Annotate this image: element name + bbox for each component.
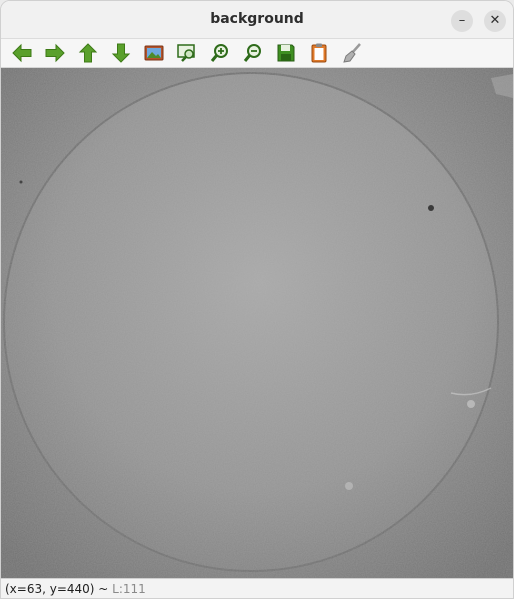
clipboard-icon (311, 43, 327, 63)
titlebar[interactable]: background – ✕ (1, 1, 513, 39)
zoom-in-button[interactable] (208, 41, 232, 65)
toolbar (1, 39, 513, 68)
back-arrow-icon (12, 43, 32, 63)
zoom-rect-icon (177, 44, 195, 62)
save-icon (277, 44, 295, 62)
image-icon (144, 45, 164, 61)
close-button[interactable]: ✕ (484, 10, 506, 32)
status-bar: (x=63, y=440) ~ L:111 (1, 578, 513, 598)
down-arrow-icon (111, 43, 131, 63)
minimize-button[interactable]: – (451, 10, 473, 32)
up-button[interactable] (76, 41, 100, 65)
zoom-out-button[interactable] (241, 41, 265, 65)
pixel-level: L:111 (112, 582, 146, 596)
image-button[interactable] (142, 41, 166, 65)
save-button[interactable] (274, 41, 298, 65)
back-button[interactable] (10, 41, 34, 65)
forward-button[interactable] (43, 41, 67, 65)
image-canvas[interactable] (1, 68, 513, 578)
up-arrow-icon (78, 43, 98, 63)
cursor-coordinates: (x=63, y=440) ~ (5, 582, 113, 596)
forward-arrow-icon (45, 43, 65, 63)
zoom-rect-button[interactable] (175, 41, 199, 65)
grayscale-image (1, 68, 513, 578)
zoom-out-icon (243, 44, 261, 62)
zoom-in-icon (210, 44, 228, 62)
brush-button[interactable] (340, 41, 364, 65)
clipboard-button[interactable] (307, 41, 331, 65)
window-title: background (210, 11, 304, 27)
down-button[interactable] (109, 41, 133, 65)
image-viewer-window: background – ✕ (x=63, y=440) ~ L:111 (0, 0, 514, 599)
brush-icon (343, 43, 361, 63)
